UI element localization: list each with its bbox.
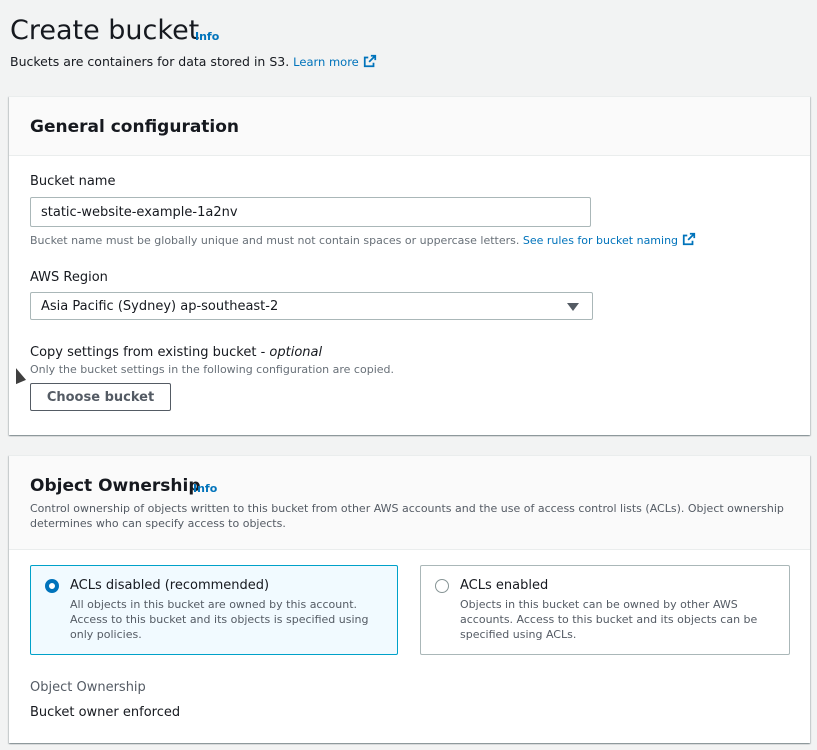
subtitle-text: Buckets are containers for data stored i… xyxy=(10,54,290,69)
option-description: All objects in this bucket are owned by … xyxy=(70,598,369,641)
copy-settings-hint: Only the bucket settings in the followin… xyxy=(30,363,394,376)
caret-down-icon xyxy=(567,303,579,311)
ownership-result-value: Bucket owner enforced xyxy=(30,705,181,720)
ownership-description: Control ownership of objects written to … xyxy=(30,502,784,530)
mouse-cursor-icon xyxy=(16,368,26,388)
ownership-result-label: Object Ownership xyxy=(30,680,146,695)
external-link-icon xyxy=(682,232,696,246)
acls-disabled-option[interactable]: ACLs disabled (recommended) All objects … xyxy=(30,565,398,655)
aws-region-label: AWS Region xyxy=(30,270,108,285)
choose-bucket-button[interactable]: Choose bucket xyxy=(30,383,171,411)
option-label: ACLs disabled (recommended) xyxy=(70,578,270,593)
aws-region-value: Asia Pacific (Sydney) ap-southeast-2 xyxy=(41,299,279,314)
optional-label: optional xyxy=(269,345,323,360)
bucket-name-hint: Bucket name must be globally unique and … xyxy=(30,232,696,247)
page-subtitle: Buckets are containers for data stored i… xyxy=(10,54,377,70)
acls-enabled-option[interactable]: ACLs enabled Objects in this bucket can … xyxy=(420,565,790,655)
radio-icon[interactable] xyxy=(435,579,449,593)
external-link-icon xyxy=(363,54,376,68)
panel-title: Object Ownership xyxy=(30,476,201,496)
option-label: ACLs enabled xyxy=(460,578,549,593)
bucket-name-input[interactable] xyxy=(30,197,591,227)
copy-settings-label: Copy settings from existing bucket - opt… xyxy=(30,345,323,360)
info-link[interactable]: Info xyxy=(193,482,217,495)
panel-header: Object Ownership Info Control ownership … xyxy=(9,456,810,550)
object-ownership-panel: Object Ownership Info Control ownership … xyxy=(9,455,810,743)
general-configuration-panel: General configuration Bucket name Bucket… xyxy=(9,96,810,435)
aws-region-select[interactable]: Asia Pacific (Sydney) ap-southeast-2 xyxy=(30,292,593,320)
info-link[interactable]: Info xyxy=(195,30,219,43)
panel-header: General configuration xyxy=(9,97,810,156)
learn-more-link[interactable]: Learn more xyxy=(293,54,377,69)
option-description: Objects in this bucket can be owned by o… xyxy=(460,598,758,641)
radio-icon[interactable] xyxy=(45,579,59,593)
bucket-name-label: Bucket name xyxy=(30,174,116,189)
panel-title: General configuration xyxy=(30,117,240,137)
bucket-naming-rules-link[interactable]: See rules for bucket naming xyxy=(523,232,696,247)
page-title: Create bucket xyxy=(10,15,200,46)
